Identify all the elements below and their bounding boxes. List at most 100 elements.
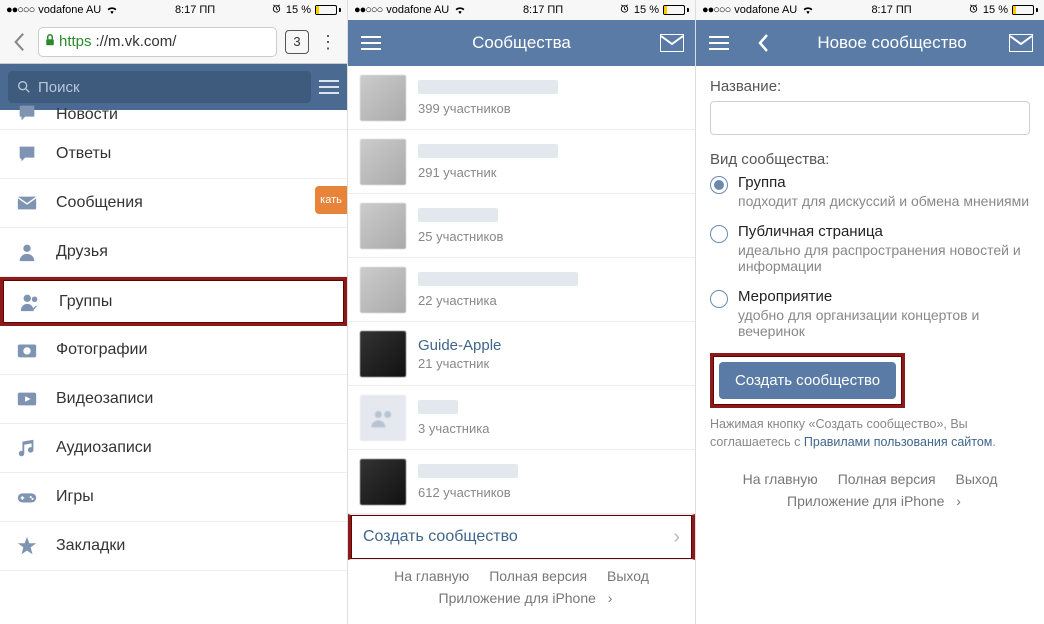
menu-icon[interactable] [706,30,732,56]
radio-group[interactable]: Группаподходит для дискуссий и обмена мн… [710,174,1030,209]
battery-label: 15 % [983,4,1008,16]
menu-label: Друзья [56,243,108,261]
name-input[interactable] [710,101,1030,135]
create-community-link[interactable]: Создать сообщество › [348,514,695,560]
footer-home[interactable]: На главную [394,568,469,584]
safari-toolbar: https://m.vk.com/ 3 ⋮ [0,20,347,64]
menu-label: Игры [56,488,94,506]
time-label: 8:17 ПП [871,4,911,16]
avatar [360,331,406,377]
group-sub: 25 участников [418,229,503,244]
menu-label: Фотографии [56,341,147,359]
menu-label: Группы [59,293,112,311]
carrier-label: vodafone AU [38,4,101,16]
status-bar: ●●○○○ vodafone AU 8:17 ПП 15 % [696,0,1044,20]
wifi-icon [453,4,467,17]
footer-full[interactable]: Полная версия [489,568,587,584]
alarm-icon [968,3,979,17]
type-label: Вид сообщества: [710,151,1030,168]
list-item[interactable]: 3 участника [348,386,695,450]
menu-item-answers[interactable]: Ответы [0,130,347,179]
footer-home[interactable]: На главную [743,471,818,487]
footer-app[interactable]: Приложение для iPhone [787,493,944,509]
new-community-form: Название: Вид сообщества: Группаподходит… [696,66,1044,463]
search-input[interactable]: Поиск [8,71,311,103]
list-item[interactable]: 291 участник [348,130,695,194]
menu-item-photos[interactable]: Фотографии [0,326,347,375]
alarm-icon [619,3,630,17]
mail-icon[interactable] [659,30,685,56]
time-label: 8:17 ПП [523,4,563,16]
search-placeholder: Поиск [38,79,80,96]
list-item[interactable]: 612 участников [348,450,695,514]
menu-label: Видеозаписи [56,390,153,408]
back-icon[interactable] [8,31,30,53]
signal-icon: ●●○○○ [6,4,34,16]
group-title [418,80,558,94]
pane-new-community: ●●○○○ vodafone AU 8:17 ПП 15 % Новое соо… [696,0,1044,624]
menu-item-videos[interactable]: Видеозаписи [0,375,347,424]
status-bar: ●●○○○ vodafone AU 8:17 ПП 15 % [0,0,347,20]
carrier-label: vodafone AU [734,4,797,16]
menu-item-games[interactable]: Игры [0,473,347,522]
group-sub: 612 участников [418,485,518,500]
list-item[interactable]: Guide-Apple21 участник [348,322,695,386]
page-title: Сообщества [472,33,571,53]
radio-page[interactable]: Публичная страница идеально для распростр… [710,223,1030,274]
status-bar: ●●○○○ vodafone AU 8:17 ПП 15 % [348,0,695,20]
menu-item-bookmarks[interactable]: Закладки [0,522,347,571]
footer-full[interactable]: Полная версия [838,471,936,487]
list-item[interactable]: 25 участников [348,194,695,258]
create-button[interactable]: Создать сообщество [719,362,896,399]
menu-icon[interactable] [319,86,339,88]
group-sub: 3 участника [418,421,489,436]
avatar [360,395,406,441]
footer-exit[interactable]: Выход [956,471,998,487]
speech-icon [14,100,40,126]
group-title [418,400,458,414]
mail-icon[interactable] [1008,30,1034,56]
name-label: Название: [710,78,1030,95]
battery-label: 15 % [286,4,311,16]
wifi-icon [801,4,815,17]
battery-label: 15 % [634,4,659,16]
tabs-button[interactable]: 3 [285,30,309,54]
side-tab[interactable]: кать [315,186,347,214]
radio-icon [710,290,728,308]
list-item[interactable]: 399 участников [348,66,695,130]
radio-label: Публичная страница [738,223,1030,240]
page-title: Новое сообщество [817,33,966,53]
radio-desc: удобно для организации концертов и вечер… [738,307,1030,339]
radio-event[interactable]: Мероприятиеудобно для организации концер… [710,288,1030,339]
main-menu: Новости Ответы Сообщения Друзья Группы Ф… [0,110,347,571]
list-item[interactable]: 22 участника [348,258,695,322]
avatar [360,139,406,185]
back-icon[interactable] [750,30,776,56]
footer-app[interactable]: Приложение для iPhone [439,590,596,606]
menu-item-groups[interactable]: Группы [0,277,347,326]
menu-item-messages[interactable]: Сообщения [0,179,347,228]
person-icon [14,239,40,265]
menu-item-news[interactable]: Новости [0,110,347,130]
more-icon[interactable]: ⋮ [317,39,339,45]
reply-icon [14,141,40,167]
url-input[interactable]: https://m.vk.com/ [38,27,277,57]
avatar [360,459,406,505]
create-button-highlight: Создать сообщество [710,353,905,408]
radio-desc: идеально для распространения новостей и … [738,242,1030,274]
pane-menu: ●●○○○ vodafone AU 8:17 ПП 15 % https://m… [0,0,348,624]
group-title [418,144,558,158]
time-label: 8:17 ПП [175,4,215,16]
rules-link[interactable]: Правилами пользования сайтом [804,435,993,449]
footer-exit[interactable]: Выход [607,568,649,584]
video-icon [14,386,40,412]
vk-header: Сообщества [348,20,695,66]
group-sub: 291 участник [418,165,558,180]
radio-desc: подходит для дискуссий и обмена мнениями [738,193,1029,209]
menu-item-audio[interactable]: Аудиозаписи [0,424,347,473]
signal-icon: ●●○○○ [354,4,382,16]
menu-item-friends[interactable]: Друзья [0,228,347,277]
radio-icon [710,176,728,194]
menu-icon[interactable] [358,30,384,56]
group-title [418,208,498,222]
